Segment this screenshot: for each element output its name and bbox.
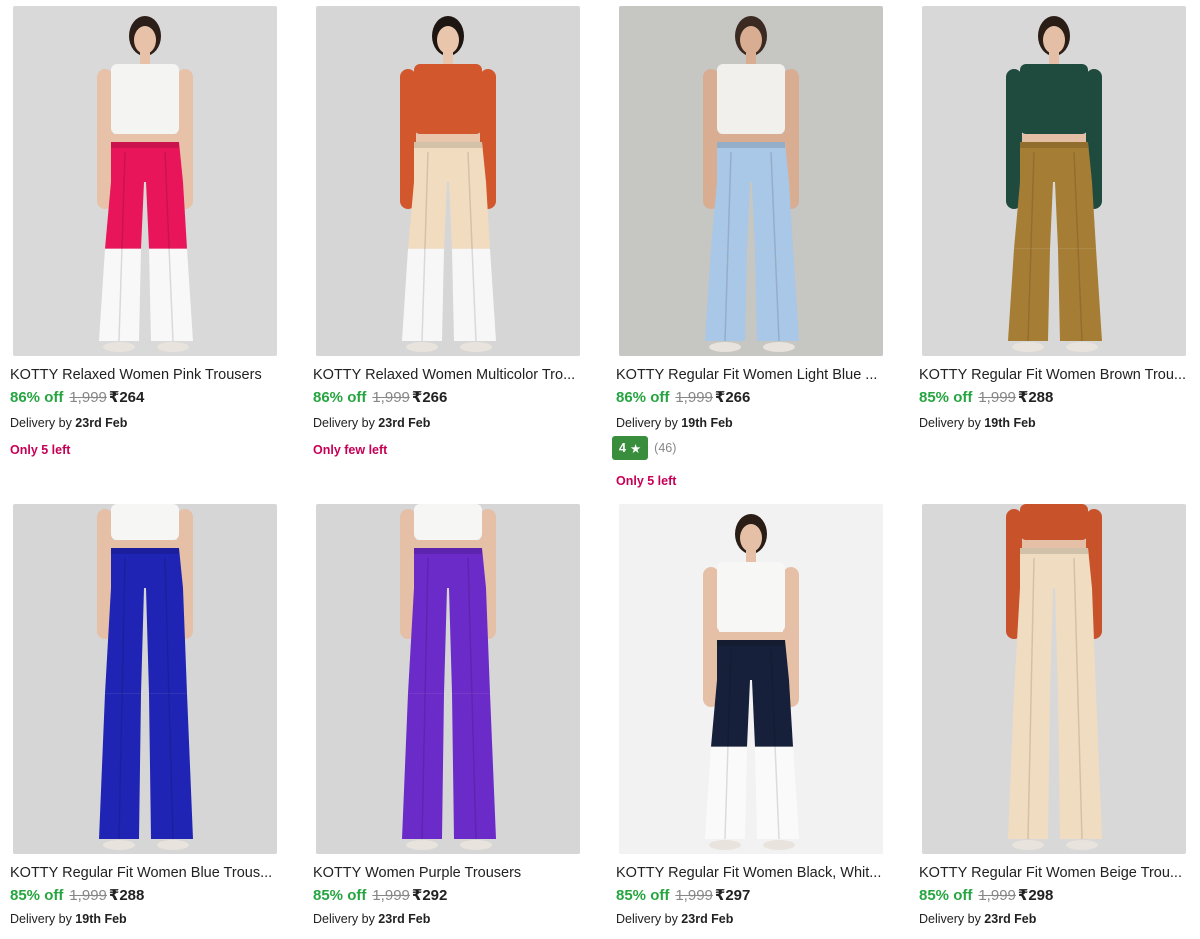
product-title[interactable]: KOTTY Women Purple Trousers bbox=[313, 864, 595, 882]
price-row: 85% off 1,999 ₹297 bbox=[616, 887, 750, 905]
product-image[interactable] bbox=[619, 6, 883, 356]
price-row: 86% off 1,999 ₹264 bbox=[10, 389, 144, 407]
delivery-date: 23rd Feb bbox=[681, 912, 734, 926]
delivery-info: Delivery by 19th Feb bbox=[616, 416, 733, 431]
product-title[interactable]: KOTTY Regular Fit Women Beige Trou... bbox=[919, 864, 1200, 882]
sale-price: ₹288 bbox=[1017, 389, 1054, 406]
model-photo bbox=[619, 504, 883, 854]
product-card[interactable]: KOTTY Regular Fit Women Light Blue ... 8… bbox=[610, 2, 900, 488]
product-title[interactable]: KOTTY Regular Fit Women Light Blue ... bbox=[616, 366, 898, 384]
price-row: 86% off 1,999 ₹266 bbox=[616, 389, 750, 407]
sale-price: ₹292 bbox=[411, 887, 448, 904]
delivery-info: Delivery by 23rd Feb bbox=[313, 416, 430, 431]
discount-label: 86% off bbox=[10, 389, 64, 406]
product-image[interactable] bbox=[619, 504, 883, 854]
rating-count[interactable]: (46) bbox=[654, 441, 676, 455]
model-photo bbox=[922, 504, 1186, 854]
model-photo bbox=[316, 504, 580, 854]
product-grid: KOTTY Relaxed Women Pink Trousers 86% of… bbox=[0, 0, 1200, 939]
discount-label: 86% off bbox=[616, 389, 670, 406]
discount-label: 85% off bbox=[919, 887, 973, 904]
delivery-info: Delivery by 23rd Feb bbox=[616, 912, 733, 927]
delivery-info: Delivery by 23rd Feb bbox=[10, 416, 127, 431]
delivery-info: Delivery by 19th Feb bbox=[919, 416, 1036, 431]
discount-label: 85% off bbox=[616, 887, 670, 904]
product-card[interactable]: KOTTY Relaxed Women Multicolor Tro... 86… bbox=[307, 2, 597, 457]
price-row: 85% off 1,999 ₹288 bbox=[919, 389, 1053, 407]
original-price: 1,999 bbox=[675, 389, 713, 406]
sale-price: ₹288 bbox=[108, 887, 145, 904]
product-image[interactable] bbox=[316, 6, 580, 356]
delivery-prefix: Delivery by bbox=[10, 912, 76, 926]
sale-price: ₹266 bbox=[714, 389, 751, 406]
sale-price: ₹264 bbox=[108, 389, 145, 406]
sale-price: ₹298 bbox=[1017, 887, 1054, 904]
delivery-date: 19th Feb bbox=[984, 416, 1036, 430]
delivery-info: Delivery by 23rd Feb bbox=[313, 912, 430, 927]
model-photo bbox=[13, 504, 277, 854]
discount-label: 85% off bbox=[10, 887, 64, 904]
model-photo bbox=[13, 6, 277, 356]
delivery-date: 23rd Feb bbox=[75, 416, 128, 430]
price-row: 85% off 1,999 ₹288 bbox=[10, 887, 144, 905]
product-title[interactable]: KOTTY Relaxed Women Multicolor Tro... bbox=[313, 366, 595, 384]
original-price: 1,999 bbox=[372, 887, 410, 904]
original-price: 1,999 bbox=[69, 389, 107, 406]
original-price: 1,999 bbox=[978, 887, 1016, 904]
product-card[interactable]: KOTTY Regular Fit Women Beige Trou... 85… bbox=[913, 500, 1200, 926]
delivery-date: 23rd Feb bbox=[984, 912, 1037, 926]
product-card[interactable]: KOTTY Regular Fit Women Blue Trous... 85… bbox=[4, 500, 294, 926]
delivery-date: 23rd Feb bbox=[378, 416, 431, 430]
delivery-info: Delivery by 23rd Feb bbox=[919, 912, 1036, 927]
product-title[interactable]: KOTTY Regular Fit Women Blue Trous... bbox=[10, 864, 292, 882]
product-image[interactable] bbox=[922, 6, 1186, 356]
price-row: 86% off 1,999 ₹266 bbox=[313, 389, 447, 407]
delivery-info: Delivery by 19th Feb bbox=[10, 912, 127, 927]
original-price: 1,999 bbox=[372, 389, 410, 406]
delivery-prefix: Delivery by bbox=[313, 912, 379, 926]
star-icon: ★ bbox=[629, 441, 642, 456]
rating-value: 4 bbox=[619, 441, 626, 455]
delivery-prefix: Delivery by bbox=[10, 416, 76, 430]
model-photo bbox=[619, 6, 883, 356]
model-photo bbox=[922, 6, 1186, 356]
delivery-date: 23rd Feb bbox=[378, 912, 431, 926]
product-card[interactable]: KOTTY Regular Fit Women Black, Whit... 8… bbox=[610, 500, 900, 926]
delivery-prefix: Delivery by bbox=[919, 912, 985, 926]
delivery-prefix: Delivery by bbox=[616, 416, 682, 430]
product-image[interactable] bbox=[13, 504, 277, 854]
discount-label: 85% off bbox=[919, 389, 973, 406]
product-title[interactable]: KOTTY Relaxed Women Pink Trousers bbox=[10, 366, 292, 384]
delivery-prefix: Delivery by bbox=[919, 416, 985, 430]
product-card[interactable]: KOTTY Regular Fit Women Brown Trou... 85… bbox=[913, 2, 1200, 430]
discount-label: 86% off bbox=[313, 389, 367, 406]
stock-badge: Only 5 left bbox=[10, 443, 71, 457]
price-row: 85% off 1,999 ₹298 bbox=[919, 887, 1053, 905]
product-card[interactable]: KOTTY Relaxed Women Pink Trousers 86% of… bbox=[4, 2, 294, 457]
delivery-prefix: Delivery by bbox=[616, 912, 682, 926]
stock-badge: Only 5 left bbox=[616, 474, 677, 488]
sale-price: ₹297 bbox=[714, 887, 751, 904]
rating-row: 4 ★ (46) bbox=[612, 436, 676, 460]
product-image[interactable] bbox=[922, 504, 1186, 854]
original-price: 1,999 bbox=[69, 887, 107, 904]
original-price: 1,999 bbox=[978, 389, 1016, 406]
original-price: 1,999 bbox=[675, 887, 713, 904]
product-image[interactable] bbox=[13, 6, 277, 356]
discount-label: 85% off bbox=[313, 887, 367, 904]
delivery-date: 19th Feb bbox=[681, 416, 733, 430]
sale-price: ₹266 bbox=[411, 389, 448, 406]
delivery-prefix: Delivery by bbox=[313, 416, 379, 430]
product-title[interactable]: KOTTY Regular Fit Women Black, Whit... bbox=[616, 864, 898, 882]
rating-badge[interactable]: 4 ★ bbox=[612, 436, 649, 460]
model-photo bbox=[316, 6, 580, 356]
price-row: 85% off 1,999 ₹292 bbox=[313, 887, 447, 905]
stock-badge: Only few left bbox=[313, 443, 388, 457]
product-image[interactable] bbox=[316, 504, 580, 854]
delivery-date: 19th Feb bbox=[75, 912, 127, 926]
product-title[interactable]: KOTTY Regular Fit Women Brown Trou... bbox=[919, 366, 1200, 384]
product-card[interactable]: KOTTY Women Purple Trousers 85% off 1,999… bbox=[307, 500, 597, 926]
